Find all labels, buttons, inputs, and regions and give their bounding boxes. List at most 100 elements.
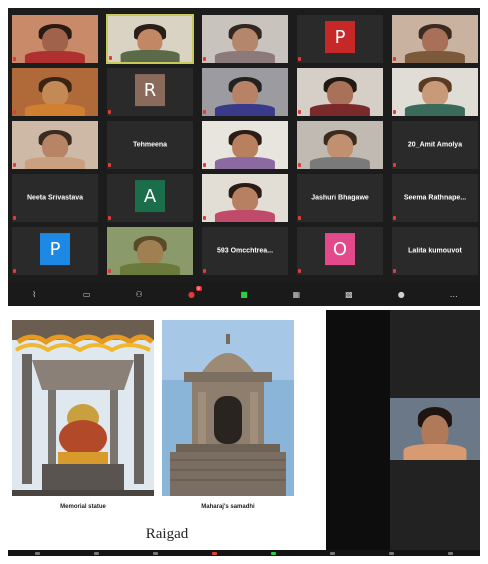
muted-mic-icon	[393, 163, 396, 167]
muted-mic-icon	[203, 110, 206, 114]
participant-body	[404, 50, 466, 63]
share-screen-icon[interactable]	[271, 551, 276, 555]
self-view-video[interactable]	[390, 398, 480, 460]
participant-body	[120, 50, 180, 62]
shared-slide: Memorial statue Maharaj's samadhi Raigad	[8, 310, 326, 556]
participant-body	[214, 103, 276, 116]
participant-body	[24, 103, 86, 116]
participant-tile[interactable]	[201, 173, 289, 223]
participant-tile[interactable]: 593 Omcchtrea...	[201, 226, 289, 276]
participant-tile[interactable]	[201, 120, 289, 170]
participant-tile[interactable]: Neeta Srivastava	[11, 173, 99, 223]
participant-tile[interactable]	[296, 120, 384, 170]
more-icon[interactable]	[448, 551, 453, 555]
chat-badge: 9	[195, 286, 202, 291]
slide-title: Raigad	[145, 526, 189, 542]
participant-name-center: 20_Amit Amolya	[407, 141, 463, 149]
participant-tile[interactable]	[201, 14, 289, 64]
grid-icon[interactable]: ▩	[343, 289, 355, 299]
caption-samadhi: Maharaj's samadhi	[201, 504, 255, 510]
muted-mic-icon	[13, 269, 16, 273]
muted-mic-icon	[298, 269, 301, 273]
participant-avatar: O	[325, 233, 355, 266]
participant-avatar: P	[40, 233, 70, 266]
participant-tile[interactable]: O	[296, 226, 384, 276]
share-screen-icon[interactable]: ■	[238, 289, 250, 299]
screen-share-screenshot: Memorial statue Maharaj's samadhi Raigad	[8, 310, 480, 556]
participant-body	[404, 103, 466, 116]
muted-mic-icon	[108, 110, 111, 114]
participant-tile[interactable]: R	[106, 67, 194, 117]
meeting-toolbar-bottom	[8, 550, 480, 556]
muted-mic-icon	[203, 163, 206, 167]
participant-tile[interactable]: Tehmeena	[106, 120, 194, 170]
chat-icon[interactable]: ● 9	[186, 286, 202, 299]
participant-tile[interactable]: Lalita kumouvot	[391, 226, 479, 276]
muted-mic-icon	[298, 216, 301, 220]
participant-tile[interactable]: Seema Rathnape...	[391, 173, 479, 223]
muted-mic-icon	[203, 57, 206, 61]
self-view-body	[403, 443, 467, 460]
muted-mic-icon	[298, 57, 301, 61]
muted-mic-icon	[13, 163, 16, 167]
muted-mic-icon	[393, 110, 396, 114]
empty-panel	[326, 310, 390, 556]
participant-tile[interactable]	[391, 67, 479, 117]
participant-tile[interactable]	[11, 14, 99, 64]
participant-tile[interactable]	[391, 14, 479, 64]
muted-mic-icon	[393, 216, 396, 220]
gallery-view-screenshot: P R Tehmeena 20_Amit Amolya Neeta Srivastava…	[8, 8, 480, 306]
participant-name-center: Tehmeena	[132, 141, 168, 149]
participant-body	[309, 103, 371, 116]
gallery-view-icon[interactable]	[330, 551, 335, 555]
participant-avatar: A	[135, 180, 165, 213]
participant-name-center: 593 Omcchtrea...	[216, 247, 274, 255]
muted-mic-icon	[108, 163, 111, 167]
muted-mic-icon	[203, 216, 206, 220]
muted-mic-icon	[298, 163, 301, 167]
participant-tile[interactable]: Jashuri Bhagawe	[296, 173, 384, 223]
participant-tile[interactable]	[11, 67, 99, 117]
participant-name-center: Neeta Srivastava	[26, 194, 84, 202]
muted-mic-icon	[109, 56, 112, 60]
participants-icon[interactable]: ⚇	[133, 289, 145, 299]
more-icon[interactable]: …	[448, 289, 460, 299]
participant-tile[interactable]: A	[106, 173, 194, 223]
muted-mic-icon	[13, 57, 16, 61]
muted-mic-icon	[203, 269, 206, 273]
mic-icon[interactable]	[35, 551, 40, 555]
muted-mic-icon	[108, 216, 111, 220]
caption-memorial-statue: Memorial statue	[60, 504, 106, 510]
participant-body	[119, 262, 181, 275]
participant-tile[interactable]: 20_Amit Amolya	[391, 120, 479, 170]
video-icon[interactable]	[94, 551, 99, 555]
participant-body	[214, 209, 276, 222]
mic-icon[interactable]: ⌇	[28, 289, 40, 299]
participant-tile[interactable]	[201, 67, 289, 117]
self-view-face	[421, 415, 449, 448]
muted-mic-icon	[298, 110, 301, 114]
participant-body	[214, 50, 276, 63]
participant-body	[24, 50, 86, 63]
meeting-toolbar-top: ⌇ ▭ ⚇ ● 9 ■ ▦ ▩ ● …	[8, 282, 480, 306]
participant-body	[309, 156, 371, 169]
participant-tile[interactable]: P	[296, 14, 384, 64]
participant-name-center: Seema Rathnape...	[403, 194, 467, 202]
participant-tile[interactable]	[106, 226, 194, 276]
chat-icon[interactable]	[212, 551, 217, 555]
samadhi-image	[162, 320, 294, 496]
participant-tile[interactable]: P	[11, 226, 99, 276]
participant-tile[interactable]	[11, 120, 99, 170]
video-icon[interactable]: ▭	[81, 289, 93, 299]
grid-icon[interactable]	[389, 551, 394, 555]
gallery-view-icon[interactable]: ▦	[290, 289, 302, 299]
participant-avatar: P	[325, 21, 355, 54]
participant-tile[interactable]	[106, 14, 194, 64]
reactions-icon[interactable]: ●	[395, 289, 407, 299]
participant-body	[24, 156, 86, 169]
participants-icon[interactable]	[153, 551, 158, 555]
muted-mic-icon	[393, 57, 396, 61]
participant-tile[interactable]	[296, 67, 384, 117]
participant-avatar: R	[135, 74, 165, 107]
participant-name-center: Jashuri Bhagawe	[311, 194, 369, 202]
